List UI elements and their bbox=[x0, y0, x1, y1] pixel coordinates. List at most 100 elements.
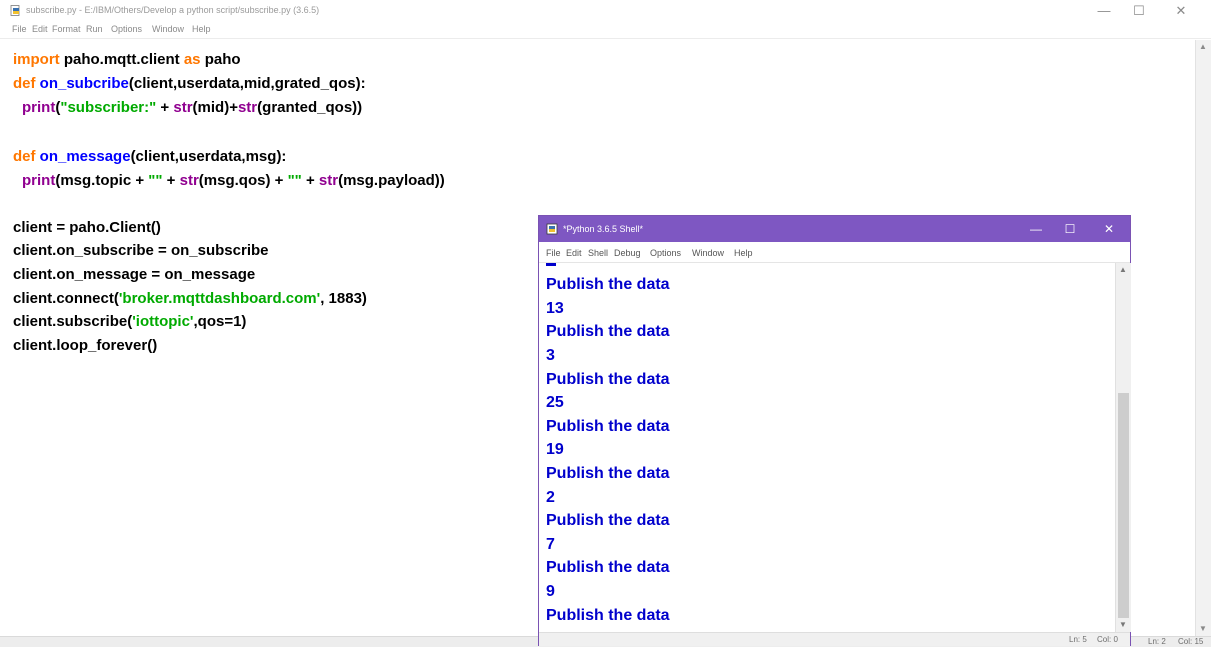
menu-file[interactable]: File bbox=[12, 24, 27, 34]
shell-menu-file[interactable]: File bbox=[546, 248, 561, 258]
editor-menubar: File Edit Format Run Options Window Help bbox=[0, 22, 1211, 39]
output-line: 25 bbox=[546, 394, 564, 411]
shell-output[interactable]: Publish the data 13 Publish the data 3 P… bbox=[539, 263, 1115, 632]
code-token: paho.mqtt.client bbox=[59, 51, 184, 68]
scrollbar-thumb[interactable] bbox=[1118, 393, 1129, 618]
code-token: , 1883) bbox=[320, 290, 367, 307]
shell-status-bar: Ln: 5 Col: 0 bbox=[539, 632, 1130, 646]
builtin-token: str bbox=[237, 99, 258, 116]
output-line: 2 bbox=[546, 489, 555, 506]
scroll-up-icon[interactable]: ▲ bbox=[1119, 265, 1127, 274]
output-line: Publish the data bbox=[546, 465, 670, 482]
code-token: (client,userdata,mid,grated_qos): bbox=[128, 75, 366, 92]
python-shell-icon bbox=[546, 223, 558, 235]
shell-scrollbar[interactable]: ▲ ▼ bbox=[1115, 263, 1131, 632]
editor-titlebar: subscribe.py - E:/IBM/Others/Develop a p… bbox=[0, 0, 1211, 22]
output-line: 3 bbox=[546, 347, 555, 364]
code-token: + bbox=[301, 172, 319, 189]
builtin-token: str bbox=[318, 172, 339, 189]
keyword-token: def bbox=[13, 75, 36, 92]
menu-edit[interactable]: Edit bbox=[32, 24, 48, 34]
code-line: client.on_message = on_message bbox=[13, 266, 256, 283]
shell-menubar: File Edit Shell Debug Options Window Hel… bbox=[539, 242, 1130, 263]
shell-close-button[interactable]: ✕ bbox=[1094, 220, 1124, 238]
code-token: (client,userdata,msg): bbox=[130, 148, 287, 165]
output-line: 13 bbox=[546, 300, 564, 317]
string-token: 'iottopic' bbox=[132, 313, 194, 330]
string-token: 'broker.mqttdashboard.com' bbox=[118, 290, 321, 307]
code-line: client.connect('broker.mqttdashboard.com… bbox=[13, 288, 367, 310]
shell-minimize-button[interactable]: — bbox=[1021, 220, 1051, 238]
output-line: Publish the data bbox=[546, 276, 670, 293]
scroll-down-icon[interactable]: ▼ bbox=[1119, 620, 1127, 629]
menu-run[interactable]: Run bbox=[86, 24, 103, 34]
menu-help[interactable]: Help bbox=[192, 24, 211, 34]
output-line: Publish the data bbox=[546, 323, 670, 340]
shell-menu-help[interactable]: Help bbox=[734, 248, 753, 258]
output-line: Publish the data bbox=[546, 512, 670, 529]
shell-menu-window[interactable]: Window bbox=[692, 248, 724, 258]
maximize-button[interactable]: ☐ bbox=[1124, 3, 1154, 19]
code-token: (mid)+ bbox=[192, 99, 238, 116]
scroll-down-icon[interactable]: ▼ bbox=[1199, 624, 1207, 633]
keyword-token: def bbox=[13, 148, 36, 165]
builtin-token: str bbox=[173, 99, 193, 116]
code-token: (msg.topic + bbox=[55, 172, 149, 189]
code-line: import paho.mqtt.client as paho bbox=[13, 49, 241, 71]
output-line: Publish the data bbox=[546, 371, 670, 388]
output-line: 9 bbox=[546, 583, 555, 600]
code-token: + bbox=[162, 172, 180, 189]
menu-window[interactable]: Window bbox=[152, 24, 184, 34]
shell-menu-debug[interactable]: Debug bbox=[614, 248, 641, 258]
shell-column-number: Col: 0 bbox=[1097, 635, 1118, 644]
shell-maximize-button[interactable]: ☐ bbox=[1055, 220, 1085, 238]
shell-menu-shell[interactable]: Shell bbox=[588, 248, 608, 258]
code-line: client = paho.Client() bbox=[13, 219, 161, 236]
code-line: client.on_subscribe = on_subscribe bbox=[13, 242, 269, 259]
code-line: def on_subcribe(client,userdata,mid,grat… bbox=[13, 73, 366, 95]
output-line: Publish the data bbox=[546, 607, 670, 624]
code-line: def on_message(client,userdata,msg): bbox=[13, 146, 286, 168]
code-token: (granted_qos)) bbox=[257, 99, 363, 116]
code-token: ,qos=1) bbox=[193, 313, 247, 330]
editor-scrollbar[interactable]: ▲ ▼ bbox=[1195, 40, 1211, 636]
string-token: "subscriber:" bbox=[60, 99, 157, 116]
string-token: "" bbox=[287, 172, 302, 189]
python-file-icon bbox=[10, 5, 20, 16]
function-name-token: on_subcribe bbox=[39, 75, 129, 92]
output-line: 7 bbox=[546, 536, 555, 553]
code-line: print(msg.topic + "" + str(msg.qos) + ""… bbox=[22, 170, 445, 192]
code-token: (msg.payload)) bbox=[338, 172, 445, 189]
menu-format[interactable]: Format bbox=[52, 24, 81, 34]
code-token: (msg.qos) + bbox=[198, 172, 288, 189]
editor-line-number: Ln: 2 bbox=[1148, 637, 1166, 646]
shell-menu-options[interactable]: Options bbox=[650, 248, 681, 258]
shell-line-number: Ln: 5 bbox=[1069, 635, 1087, 644]
code-line: client.loop_forever() bbox=[13, 337, 158, 354]
code-token: client.subscribe( bbox=[13, 313, 133, 330]
shell-menu-edit[interactable]: Edit bbox=[566, 248, 582, 258]
code-line: client.subscribe('iottopic',qos=1) bbox=[13, 311, 246, 333]
shell-window-title: *Python 3.6.5 Shell* bbox=[563, 224, 644, 234]
output-line: Publish the data bbox=[546, 418, 670, 435]
editor-column-number: Col: 15 bbox=[1178, 637, 1204, 646]
code-token: client.connect( bbox=[13, 290, 119, 307]
code-line: print("subscriber:" + str(mid)+str(grant… bbox=[22, 97, 362, 119]
builtin-token: print bbox=[22, 172, 56, 189]
builtin-token: str bbox=[179, 172, 199, 189]
python-shell-window[interactable]: *Python 3.6.5 Shell* — ☐ ✕ File Edit She… bbox=[538, 215, 1131, 646]
builtin-token: print bbox=[22, 99, 56, 116]
shell-titlebar[interactable]: *Python 3.6.5 Shell* — ☐ ✕ bbox=[539, 216, 1130, 242]
scroll-up-icon[interactable]: ▲ bbox=[1199, 42, 1207, 51]
output-line: Publish the data bbox=[546, 559, 670, 576]
string-token: "" bbox=[148, 172, 163, 189]
function-name-token: on_message bbox=[39, 148, 131, 165]
clipped-output-line bbox=[546, 263, 556, 266]
keyword-token: import bbox=[13, 51, 60, 68]
minimize-button[interactable]: — bbox=[1089, 3, 1119, 19]
code-token: + bbox=[156, 99, 174, 116]
code-token: paho bbox=[200, 51, 241, 68]
keyword-token: as bbox=[183, 51, 201, 68]
close-button[interactable]: ✕ bbox=[1166, 3, 1196, 19]
menu-options[interactable]: Options bbox=[111, 24, 142, 34]
